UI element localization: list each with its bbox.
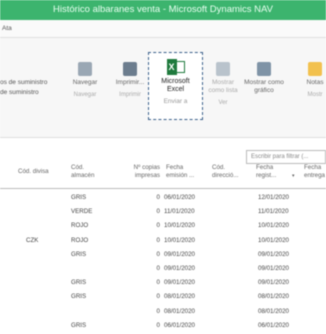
cell-location: ROJO xyxy=(71,222,89,230)
table-row[interactable]: ROJO 0 10/01/2020 10/01/2020 xyxy=(0,219,326,234)
show-list-icon xyxy=(216,62,230,76)
ribbon-left-text-1[interactable]: os de suministro xyxy=(0,78,47,88)
cell-posting-date: 10/01/2020 xyxy=(258,222,289,230)
sort-desc-icon[interactable]: ▾ xyxy=(292,172,295,180)
cell-posting-date: 09/01/2020 xyxy=(258,265,289,272)
print-button[interactable]: Imprimir... Imprimir xyxy=(110,62,150,99)
show-as-list-button[interactable]: Mostrar como lista Ver xyxy=(206,62,240,107)
print-label: Imprimir... xyxy=(115,79,145,86)
show-as-chart-button[interactable]: Mostrar como gráfico xyxy=(242,62,286,95)
excel-label-line1: Microsoft xyxy=(161,78,190,85)
notes-icon xyxy=(308,62,322,76)
cell-copies: 0 xyxy=(156,222,160,230)
cell-location: GRIS xyxy=(71,321,87,329)
notes-button[interactable]: Notas Mostr xyxy=(300,62,326,99)
show-chart-icon xyxy=(257,62,271,76)
excel-icon: X xyxy=(166,59,185,75)
cell-copies: 0 xyxy=(156,307,160,315)
col-header-ship-to-code[interactable]: Cód. direcció... xyxy=(212,164,246,180)
navigate-icon xyxy=(78,62,92,76)
header-divider xyxy=(0,188,326,189)
cell-document-date: 08/01/2020 xyxy=(164,293,195,301)
cell-document-date: 10/01/2020 xyxy=(164,236,195,244)
cell-copies: 0 xyxy=(156,208,160,216)
cell-location: VERDE xyxy=(71,208,93,216)
ribbon-left-text-2[interactable]: de suministro xyxy=(0,88,39,98)
cell-location: GRIS xyxy=(71,293,87,301)
cell-document-date: 06/01/2020 xyxy=(164,194,195,201)
microsoft-excel-button[interactable]: X Microsoft Excel Enviar a xyxy=(148,52,203,120)
table-row[interactable]: GRIS 0 06/01/2020 12/01/2020 xyxy=(0,191,326,206)
cell-copies: 0 xyxy=(156,250,160,258)
cell-posting-date: 06/01/2020 xyxy=(258,321,289,329)
notes-label: Notas xyxy=(306,79,324,86)
cell-copies: 0 xyxy=(156,236,160,244)
table-row[interactable]: GRIS 0 08/01/2020 08/01/2020 xyxy=(0,290,326,305)
view-group-label: Ver xyxy=(218,100,228,106)
cell-posting-date: 11/01/2020 xyxy=(258,208,289,216)
cell-location: GRIS xyxy=(71,194,87,201)
excel-label-line2: Excel xyxy=(166,86,185,93)
print-group-label: Imprimir xyxy=(119,92,141,98)
col-header-copies[interactable]: Nº copias impresas xyxy=(116,164,160,180)
table-row[interactable]: GRIS 0 06/01/2020 06/01/2020 xyxy=(0,319,326,334)
show-group-label: Mostr xyxy=(307,92,323,98)
cell-document-date: 09/01/2020 xyxy=(164,265,195,272)
menu-tab-label[interactable]: Ata xyxy=(2,25,12,32)
col-header-delivery-date[interactable]: Fecha entrega xyxy=(304,164,326,180)
cell-document-date: 08/01/2020 xyxy=(164,307,195,315)
cell-posting-date: 08/01/2020 xyxy=(258,307,289,315)
cell-posting-date: 09/01/2020 xyxy=(258,279,289,287)
send-to-group-label: Enviar a xyxy=(163,98,188,105)
col-header-currency[interactable]: Cód. divisa xyxy=(18,168,49,176)
cell-posting-date: 12/01/2020 xyxy=(258,194,289,201)
cell-copies: 0 xyxy=(156,293,160,301)
cell-document-date: 06/01/2020 xyxy=(164,321,195,329)
navigate-label: Navegar xyxy=(72,79,98,86)
title-bar: Histórico albaranes venta - Microsoft Dy… xyxy=(0,0,326,20)
table-row[interactable]: 0 09/01/2020 09/01/2020 xyxy=(0,262,326,277)
cell-copies: 0 xyxy=(156,265,160,272)
menu-bar: Ata xyxy=(0,20,326,38)
cell-location: GRIS xyxy=(71,250,87,258)
cell-copies: 0 xyxy=(156,194,160,201)
cell-posting-date: 09/01/2020 xyxy=(258,250,289,258)
cell-copies: 0 xyxy=(156,279,160,287)
table-row[interactable]: GRIS 0 09/01/2020 09/01/2020 xyxy=(0,248,326,263)
cell-location: ROJO xyxy=(71,236,89,244)
table-row[interactable]: 0 08/01/2020 08/01/2020 xyxy=(0,305,326,320)
cell-copies: 0 xyxy=(156,321,160,329)
cell-document-date: 11/01/2020 xyxy=(164,208,195,216)
cell-document-date: 09/01/2020 xyxy=(164,279,195,287)
print-icon xyxy=(123,62,137,76)
cell-location: GRIS xyxy=(71,279,87,287)
col-header-location[interactable]: Cód. almacén xyxy=(71,164,99,180)
col-header-document-date[interactable]: Fecha emisión ... xyxy=(166,164,202,180)
show-as-list-label: Mostrar como lista xyxy=(208,79,238,94)
cell-document-date: 09/01/2020 xyxy=(164,250,195,258)
cell-document-date: 10/01/2020 xyxy=(164,222,195,230)
cell-posting-date: 10/01/2020 xyxy=(258,236,289,244)
table-row[interactable]: CZK ROJO 0 10/01/2020 10/01/2020 xyxy=(0,234,326,249)
cell-currency: CZK xyxy=(26,236,39,244)
nav-window: Histórico albaranes venta - Microsoft Dy… xyxy=(0,0,326,334)
filter-input[interactable]: Escribir para filtrar (... xyxy=(246,150,326,164)
navigate-group-label: Navegar xyxy=(73,92,97,98)
cell-posting-date: 08/01/2020 xyxy=(258,293,289,301)
navigate-button[interactable]: Navegar Navegar xyxy=(66,62,104,99)
window-title: Histórico albaranes venta - Microsoft Dy… xyxy=(53,4,273,15)
col-header-posting-date[interactable]: Fecha regist... xyxy=(256,164,290,180)
show-as-chart-label: Mostrar como gráfico xyxy=(244,79,284,94)
table-row[interactable]: GRIS 0 09/01/2020 09/01/2020 xyxy=(0,276,326,291)
table-row[interactable]: VERDE 0 11/01/2020 11/01/2020 xyxy=(0,205,326,220)
